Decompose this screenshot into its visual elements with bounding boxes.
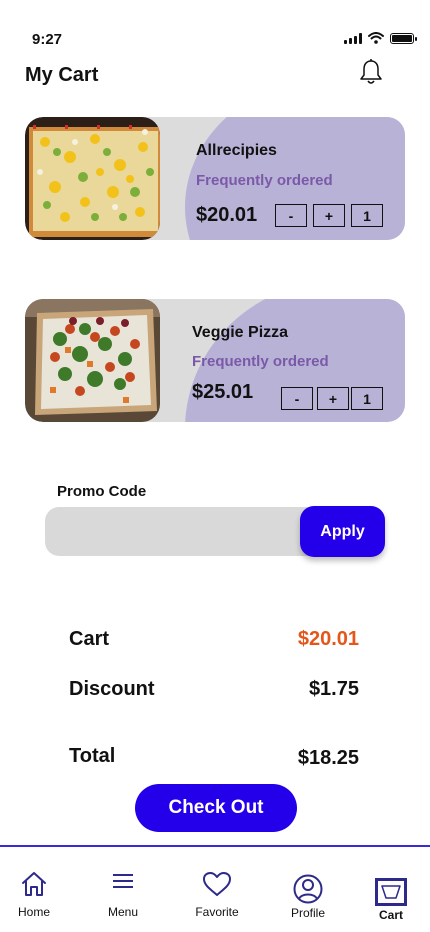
total-label: Total (69, 745, 116, 767)
item-name: Allrecipies (196, 142, 277, 159)
quantity-value: 1 (351, 204, 383, 227)
decrease-quantity-button[interactable]: - (281, 387, 313, 410)
item-name: Veggie Pizza (192, 324, 289, 341)
status-time: 9:27 (32, 31, 63, 48)
signal-icon (344, 32, 362, 44)
nav-label: Cart (378, 908, 403, 922)
nav-item-favorite[interactable]: Favorite (177, 847, 257, 932)
home-icon (22, 872, 46, 896)
nav-label: Menu (107, 905, 139, 919)
item-image-focaccia (25, 117, 160, 240)
cart-subtotal-value: $20.01 (297, 628, 359, 650)
cart-subtotal-label: Cart (69, 628, 110, 650)
menu-icon (113, 874, 133, 888)
frequently-ordered-tag: Frequently ordered (196, 172, 333, 189)
item-price: $25.01 (192, 381, 254, 403)
cart-item-card: Veggie Pizza Frequently ordered $25.01 -… (25, 299, 405, 422)
item-image-veggie-pizza (25, 299, 160, 422)
nav-label: Home (17, 905, 50, 919)
cart-icon (375, 878, 407, 906)
item-price: $20.01 (196, 204, 258, 226)
bell-icon[interactable] (358, 58, 384, 86)
discount-value: $1.75 (308, 678, 359, 700)
apply-promo-button[interactable]: Apply (300, 506, 385, 557)
heart-icon (203, 872, 231, 896)
increase-quantity-button[interactable]: + (313, 204, 345, 227)
decrease-quantity-button[interactable]: - (275, 204, 307, 227)
profile-icon (293, 874, 323, 904)
increase-quantity-button[interactable]: + (317, 387, 349, 410)
nav-item-home[interactable]: Home (0, 847, 74, 932)
discount-label: Discount (69, 678, 155, 700)
promo-code-input[interactable] (45, 507, 335, 556)
nav-label: Favorite (195, 905, 239, 919)
quantity-value: 1 (351, 387, 383, 410)
bottom-nav: Home Menu Favorite Profile Cart (0, 845, 430, 932)
nav-item-profile[interactable]: Profile (268, 847, 348, 932)
status-icons (344, 32, 417, 44)
promo-code-label: Promo Code (57, 483, 147, 500)
frequently-ordered-tag: Frequently ordered (192, 353, 329, 370)
status-bar: 9:27 (0, 0, 430, 56)
total-value: $18.25 (297, 747, 359, 769)
nav-item-menu[interactable]: Menu (83, 847, 163, 932)
nav-label: Profile (290, 906, 325, 920)
page-title: My Cart (25, 64, 99, 86)
nav-item-cart[interactable]: Cart (351, 847, 430, 932)
checkout-button[interactable]: Check Out (135, 784, 297, 832)
battery-icon (390, 32, 417, 44)
wifi-icon (368, 32, 384, 44)
cart-item-card: Allrecipies Frequently ordered $20.01 - … (25, 117, 405, 240)
